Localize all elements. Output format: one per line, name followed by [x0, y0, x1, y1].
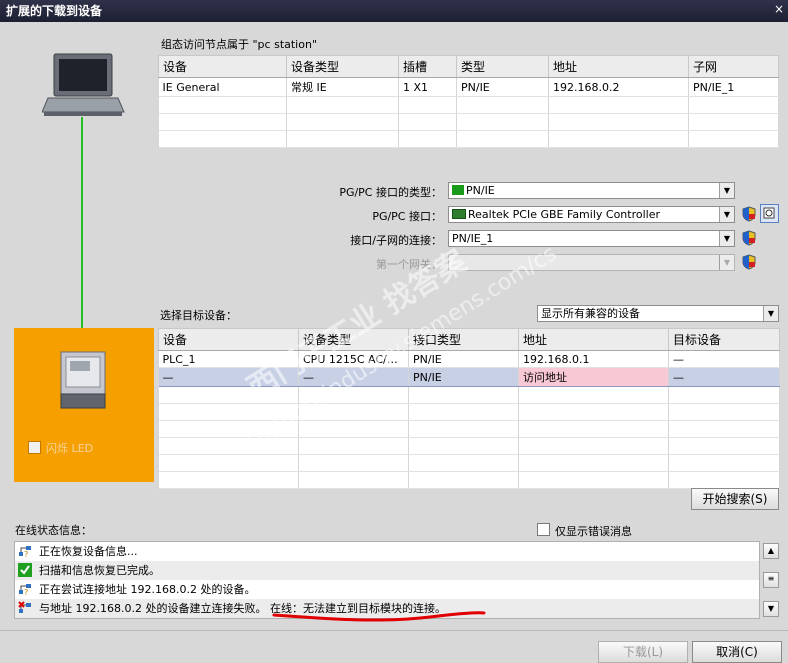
column-header: 地址	[518, 328, 669, 351]
list-item: ? 正在恢复设备信息...	[15, 542, 759, 561]
table-row[interactable]: IE General 常规 IE 1 X1 PN/IE 192.168.0.2 …	[158, 77, 779, 97]
subnet-select[interactable]: PN/IE_1 ▼	[448, 230, 735, 247]
chevron-down-icon[interactable]: ▼	[719, 183, 734, 198]
svg-text:?: ?	[24, 550, 28, 558]
scroll-thumb[interactable]: ≡	[763, 572, 779, 588]
scroll-up-button[interactable]: ▲	[763, 543, 779, 559]
chevron-down-icon[interactable]: ▼	[719, 207, 734, 222]
table-row	[158, 130, 779, 148]
access-address-cell[interactable]: 访问地址	[518, 367, 669, 387]
chevron-down-icon[interactable]: ▼	[763, 306, 778, 321]
properties-button[interactable]	[760, 204, 779, 223]
red-underline-annotation	[272, 611, 486, 622]
table-row	[158, 471, 780, 489]
subnet-label: 接口/子网的连接：	[350, 234, 442, 247]
shield-icon[interactable]	[742, 206, 756, 222]
status-log: ? 正在恢复设备信息... 扫描和信息恢复已完成。 ? 正在尝试连接地址 192…	[14, 541, 760, 619]
flash-led-label: 闪烁 LED	[46, 442, 94, 455]
status-heading: 在线状态信息：	[15, 524, 92, 537]
network-error-icon	[18, 601, 31, 613]
column-header: 设备	[158, 55, 287, 78]
only-errors-label: 仅显示错误消息	[555, 525, 632, 538]
table-row	[158, 96, 779, 114]
list-item: 扫描和信息恢复已完成。	[15, 561, 759, 580]
download-button[interactable]: 下载(L)	[598, 641, 688, 663]
table-row	[158, 113, 779, 131]
device-filter-select[interactable]: 显示所有兼容的设备 ▼	[537, 305, 779, 322]
pgpc-iface-select[interactable]: Realtek PCIe GBE Family Controller ▼	[448, 206, 735, 223]
pgpc-type-label: PG/PC 接口的类型：	[339, 186, 442, 199]
chevron-down-icon: ▼	[719, 255, 734, 270]
table-row	[158, 403, 780, 421]
config-access-heading: 组态访问节点属于 "pc station"	[161, 38, 317, 51]
cancel-button[interactable]: 取消(C)	[692, 641, 782, 663]
column-header: 类型	[456, 55, 549, 78]
divider	[0, 630, 788, 631]
table-row	[158, 454, 780, 472]
pgpc-iface-label: PG/PC 接口：	[372, 210, 442, 223]
target-heading: 选择目标设备：	[160, 309, 237, 322]
laptop-icon	[42, 53, 125, 116]
network-card-icon	[452, 209, 466, 219]
svg-text:?: ?	[24, 588, 28, 596]
column-header: 目标设备	[668, 328, 780, 351]
pgpc-type-select[interactable]: PN/IE ▼	[448, 182, 735, 199]
gateway-select: ▼	[448, 254, 735, 271]
start-search-button[interactable]: 开始搜索(S)	[691, 488, 779, 510]
shield-icon[interactable]	[742, 254, 756, 270]
pn-ie-icon	[452, 185, 464, 195]
column-header: 子网	[688, 55, 779, 78]
target-device-table: 设备 设备类型 接口类型 地址 目标设备 PLC_1 CPU 1215C AC/…	[158, 328, 780, 489]
scroll-down-button[interactable]: ▼	[763, 601, 779, 617]
network-info-icon: ?	[19, 584, 31, 596]
only-errors-checkbox[interactable]	[537, 523, 550, 536]
column-header: 设备类型	[286, 55, 399, 78]
check-icon	[18, 563, 32, 577]
close-icon[interactable]: ×	[772, 2, 786, 16]
magnifier-icon	[763, 207, 775, 219]
column-header: 地址	[548, 55, 689, 78]
network-info-icon: ?	[19, 546, 31, 558]
plc-device-icon	[60, 351, 106, 409]
flash-led-checkbox[interactable]	[28, 441, 41, 454]
config-access-table: 设备 设备类型 插槽 类型 地址 子网 IE General 常规 IE 1 X…	[158, 55, 779, 148]
network-connection-line	[81, 117, 83, 354]
chevron-down-icon[interactable]: ▼	[719, 231, 734, 246]
list-item: ? 正在尝试连接地址 192.168.0.2 处的设备。	[15, 580, 759, 599]
column-header: 插槽	[398, 55, 457, 78]
window-title: 扩展的下载到设备	[0, 0, 788, 22]
shield-icon[interactable]	[742, 230, 756, 246]
